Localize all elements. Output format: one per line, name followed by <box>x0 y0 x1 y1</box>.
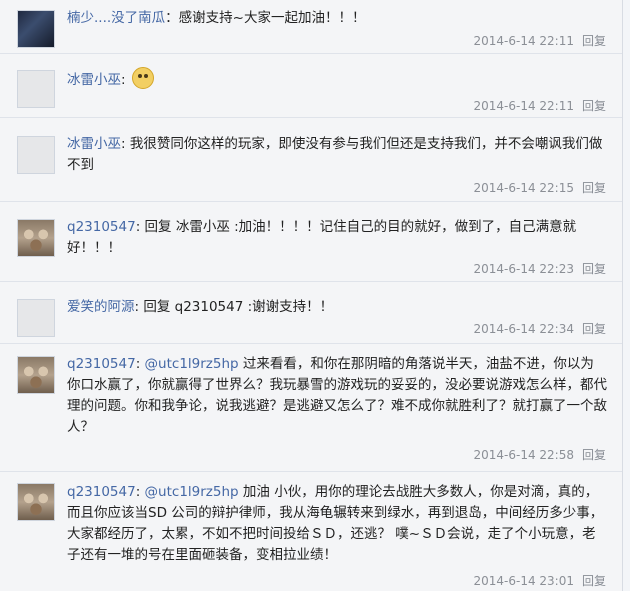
comment-item: 爱笑的阿源: 回复 q2310547 :谢谢支持！！ 2014-6-14 22:… <box>0 282 622 344</box>
comment-item: 冰雷小巫: 我很赞同你这样的玩家，即使没有参与我们但还是支持我们，并不会嘲讽我们… <box>0 118 622 202</box>
reply-link[interactable]: 回复 <box>582 262 606 276</box>
username-link[interactable]: 爱笑的阿源 <box>67 299 135 315</box>
comment-content: 楠少....没了南瓜：感谢支持~大家一起加油！！！ <box>67 8 607 29</box>
timestamp: 2014-6-14 22:15 <box>473 181 574 195</box>
mention-link[interactable]: @utc1l9rz5hp <box>145 484 239 500</box>
reply-link[interactable]: 回复 <box>582 99 606 113</box>
comment-item: q2310547: 回复 冰雷小巫 :加油！！！！记住自己的目的就好，做到了，自… <box>0 202 622 282</box>
reply-link[interactable]: 回复 <box>582 34 606 48</box>
comment-content: q2310547: @utc1l9rz5hp 加油 小伙，用你的理论去战胜大多数… <box>67 482 607 566</box>
reply-link[interactable]: 回复 <box>582 574 606 588</box>
colon: : <box>135 219 145 235</box>
timestamp: 2014-6-14 22:11 <box>473 99 574 113</box>
timestamp: 2014-6-14 22:11 <box>473 34 574 48</box>
timestamp: 2014-6-14 22:34 <box>473 322 574 336</box>
comment-text: 回复 q2310547 :谢谢支持！！ <box>143 299 334 315</box>
comment-content: q2310547: @utc1l9rz5hp 过来看看，和你在那阴暗的角落说半天… <box>67 354 607 438</box>
timestamp: 2014-6-14 23:01 <box>473 574 574 588</box>
username-link[interactable]: q2310547 <box>67 484 136 500</box>
username-link[interactable]: q2310547 <box>67 356 136 372</box>
username-link[interactable]: 冰雷小巫 <box>67 136 121 152</box>
comment-meta: 2014-6-14 23:01 回复 <box>473 572 606 589</box>
comment-text: 我很赞同你这样的玩家，即使没有参与我们但还是支持我们，并不会嘲讽我们做不到 <box>67 136 603 173</box>
comment-meta: 2014-6-14 22:15 回复 <box>473 179 606 196</box>
colon: : <box>121 136 130 152</box>
mention-link[interactable]: @utc1l9rz5hp <box>145 356 239 372</box>
avatar[interactable] <box>17 483 55 521</box>
comment-text: 感谢支持~大家一起加油！！！ <box>178 10 366 26</box>
comment-content: 爱笑的阿源: 回复 q2310547 :谢谢支持！！ <box>67 297 607 318</box>
avatar[interactable] <box>17 136 55 174</box>
avatar[interactable] <box>17 356 55 394</box>
avatar[interactable] <box>17 219 55 257</box>
comment-meta: 2014-6-14 22:11 回复 <box>473 97 606 114</box>
comment-meta: 2014-6-14 22:34 回复 <box>473 320 606 337</box>
colon: : <box>135 484 145 500</box>
comment-content: 冰雷小巫: <box>67 67 607 91</box>
comment-item: q2310547: @utc1l9rz5hp 加油 小伙，用你的理论去战胜大多数… <box>0 472 622 591</box>
colon: ： <box>165 10 179 26</box>
comment-item: 冰雷小巫: 2014-6-14 22:11 回复 <box>0 54 622 118</box>
username-link[interactable]: 冰雷小巫 <box>67 72 121 88</box>
comment-meta: 2014-6-14 22:23 回复 <box>473 260 606 277</box>
comment-content: 冰雷小巫: 我很赞同你这样的玩家，即使没有参与我们但还是支持我们，并不会嘲讽我们… <box>67 134 607 176</box>
colon: : <box>121 72 130 88</box>
timestamp: 2014-6-14 22:58 <box>473 448 574 462</box>
timestamp: 2014-6-14 22:23 <box>473 262 574 276</box>
comment-list: 楠少....没了南瓜：感谢支持~大家一起加油！！！ 2014-6-14 22:1… <box>0 0 623 591</box>
comment-meta: 2014-6-14 22:58 回复 <box>473 446 606 463</box>
comment-meta: 2014-6-14 22:11 回复 <box>473 32 606 49</box>
comment-item: 楠少....没了南瓜：感谢支持~大家一起加油！！！ 2014-6-14 22:1… <box>0 0 622 54</box>
colon: : <box>135 356 145 372</box>
comment-content: q2310547: 回复 冰雷小巫 :加油！！！！记住自己的目的就好，做到了，自… <box>67 217 607 259</box>
comment-item: q2310547: @utc1l9rz5hp 过来看看，和你在那阴暗的角落说半天… <box>0 344 622 472</box>
reply-link[interactable]: 回复 <box>582 322 606 336</box>
username-link[interactable]: q2310547 <box>67 219 136 235</box>
reply-link[interactable]: 回复 <box>582 181 606 195</box>
avatar[interactable] <box>17 299 55 337</box>
angry-face-icon <box>131 67 154 89</box>
reply-link[interactable]: 回复 <box>582 448 606 462</box>
avatar[interactable] <box>17 70 55 108</box>
username-link[interactable]: 楠少....没了南瓜 <box>67 10 165 26</box>
avatar[interactable] <box>17 10 55 48</box>
